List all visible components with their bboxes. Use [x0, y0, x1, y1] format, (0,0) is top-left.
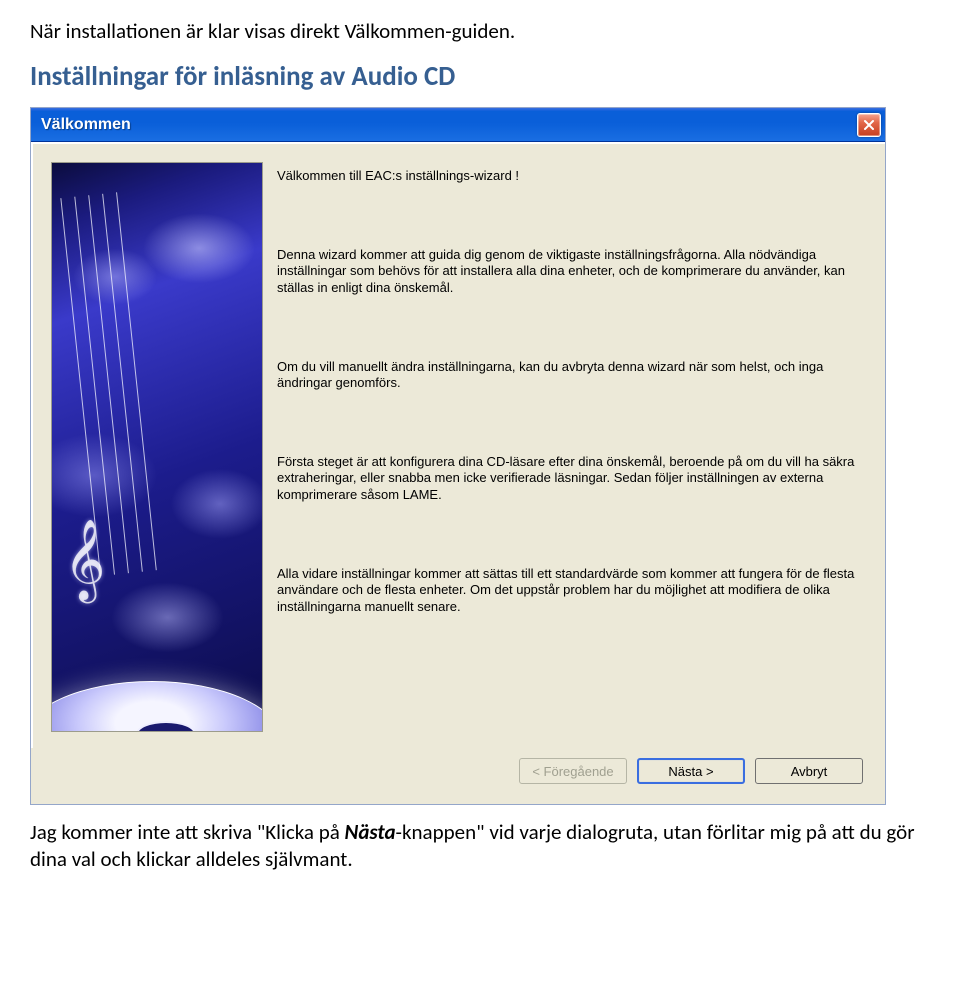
wizard-paragraph: Första steget är att konfigurera dina CD… — [277, 454, 859, 504]
back-button: < Föregående — [519, 758, 627, 784]
cancel-button[interactable]: Avbryt — [755, 758, 863, 784]
treble-clef-icon: 𝄞 — [64, 519, 105, 601]
window-title: Välkommen — [41, 116, 857, 134]
wizard-paragraph: Denna wizard kommer att guida dig genom … — [277, 247, 859, 297]
wizard-paragraph: Om du vill manuellt ändra inställningarn… — [277, 359, 859, 392]
wizard-side-image: 𝄞 — [51, 162, 263, 732]
wizard-body: 𝄞 Välkommen till EAC:s inställnings-wiza… — [31, 142, 885, 748]
button-row: < Föregående Nästa > Avbryt — [31, 748, 885, 804]
closing-paragraph: Jag kommer inte att skriva "Klicka på Nä… — [30, 819, 928, 874]
closing-em: Nästa — [345, 819, 396, 845]
section-heading: Inställningar för inläsning av Audio CD — [30, 60, 928, 93]
next-button[interactable]: Nästa > — [637, 758, 745, 784]
wizard-paragraph: Alla vidare inställningar kommer att sät… — [277, 566, 859, 616]
wizard-content: Välkommen till EAC:s inställnings-wizard… — [277, 162, 865, 732]
dialog-window: Välkommen 𝄞 Välkommen till EAC:s inställ… — [30, 107, 886, 805]
closing-pre: Jag kommer inte att skriva "Klicka på — [30, 819, 345, 845]
wizard-heading: Välkommen till EAC:s inställnings-wizard… — [277, 168, 859, 185]
intro-text: När installationen är klar visas direkt … — [30, 18, 928, 44]
close-icon — [863, 119, 875, 131]
titlebar: Välkommen — [31, 108, 885, 142]
close-button[interactable] — [857, 113, 881, 137]
